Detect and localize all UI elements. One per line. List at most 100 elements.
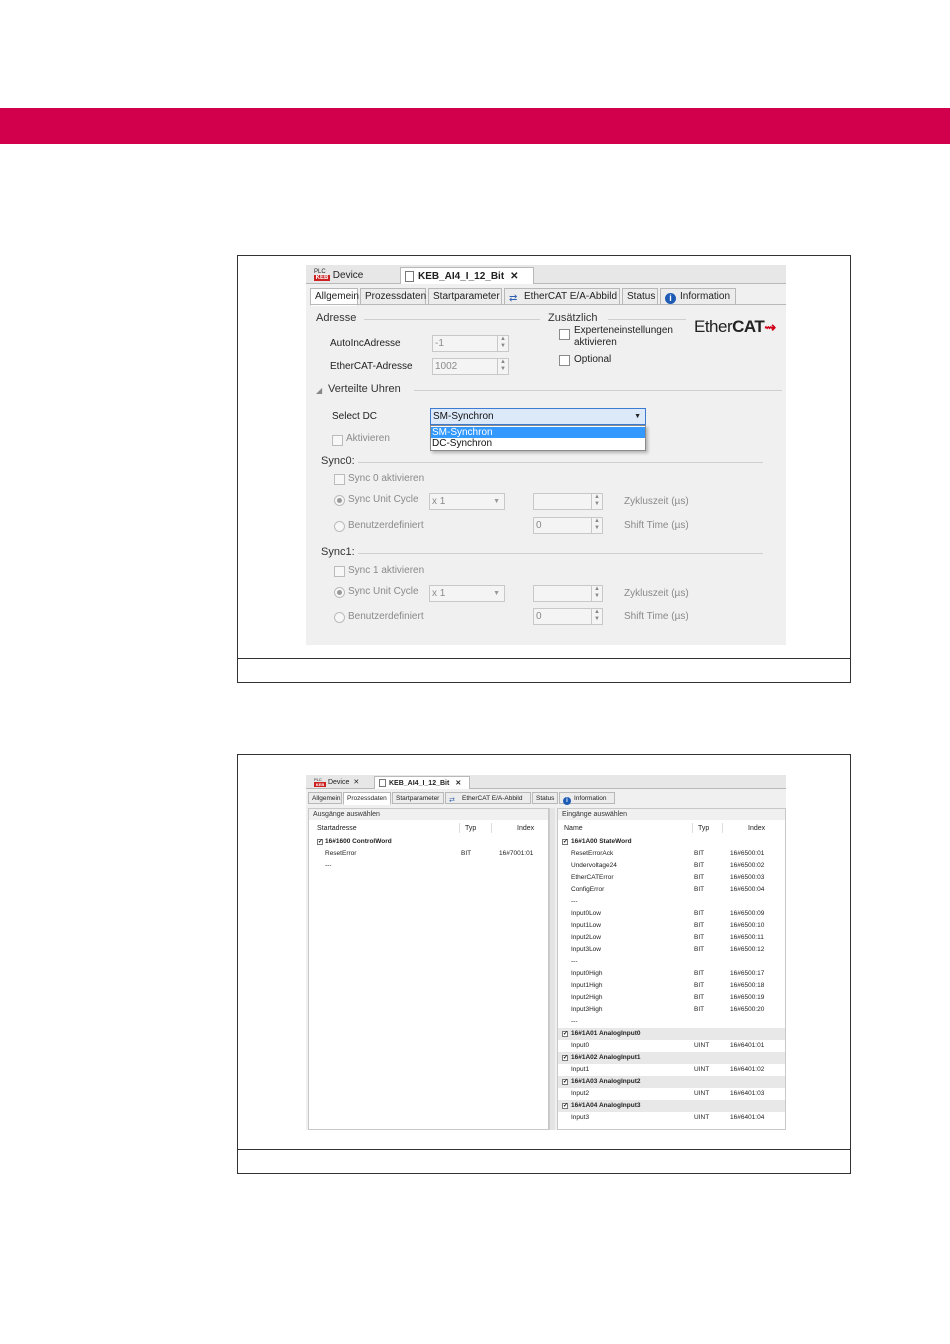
tab-startparameter[interactable]: Startparameter xyxy=(392,792,444,804)
tab-ethercat-io[interactable]: ⇄ EtherCAT E/A-Abbild xyxy=(504,288,620,305)
screenshot-processdata: PLC KEB Device ✕ KEB_AI4_I_12_Bit ✕ Allgeme… xyxy=(306,775,786,1130)
in-col-index[interactable]: Index xyxy=(748,825,765,832)
close-icon[interactable]: ✕ xyxy=(455,780,461,787)
sync1-cycle-time-field[interactable]: ▲ ▼ xyxy=(533,585,603,602)
spin-arrows-icon[interactable]: ▲ ▼ xyxy=(591,609,602,624)
dropdown-option-sm-synchron[interactable]: SM-Synchron xyxy=(431,427,645,438)
table-row[interactable]: --- xyxy=(309,860,548,872)
tab-prozessdaten[interactable]: Prozessdaten xyxy=(343,792,391,805)
table-row[interactable]: Input1High BIT 16#6500:18 xyxy=(558,980,785,992)
sync0-unit-cycle-radio[interactable] xyxy=(334,495,345,506)
table-row[interactable]: Input1 UINT 16#6401:02 xyxy=(558,1064,785,1076)
table-row[interactable]: Input0 UINT 16#6401:01 xyxy=(558,1040,785,1052)
close-icon[interactable]: ✕ xyxy=(353,779,359,786)
tab-allgemein[interactable]: Allgemein xyxy=(308,792,342,804)
close-icon[interactable]: ✕ xyxy=(510,271,518,282)
table-row[interactable]: Input1Low BIT 16#6500:10 xyxy=(558,920,785,932)
sync1-title: Sync1: xyxy=(321,546,355,558)
group-row[interactable]: ✓ 16#1A04 AnalogInput3 xyxy=(558,1100,785,1112)
out-col-index[interactable]: Index xyxy=(517,825,534,832)
spin-arrows-icon[interactable]: ▲ ▼ xyxy=(591,518,602,533)
table-row[interactable]: Input2 UINT 16#6401:03 xyxy=(558,1088,785,1100)
autoinc-field[interactable]: -1 ▲ ▼ xyxy=(432,335,509,352)
sync1-unit-cycle-radio[interactable] xyxy=(334,587,345,598)
sync1-shift-time-field[interactable]: 0 ▲ ▼ xyxy=(533,608,603,625)
tab-status[interactable]: Status xyxy=(532,792,558,804)
table-row[interactable]: Input0High BIT 16#6500:17 xyxy=(558,968,785,980)
table-row[interactable]: Input0Low BIT 16#6500:09 xyxy=(558,908,785,920)
group-checkbox[interactable]: ✓ xyxy=(562,1055,568,1061)
cell-name: Undervoltage24 xyxy=(571,862,617,869)
editor-tab-device[interactable]: PLC KEB Device xyxy=(310,267,398,284)
tab-status[interactable]: Status xyxy=(622,288,658,305)
editor-tab-active[interactable]: KEB_AI4_I_12_Bit ✕ xyxy=(400,267,534,284)
editor-tab-device[interactable]: PLC KEB Device ✕ xyxy=(310,776,372,789)
group-checkbox[interactable]: ✓ xyxy=(562,1079,568,1085)
spin-arrows-icon[interactable]: ▲ ▼ xyxy=(497,336,508,351)
cell-name: 16#1600 ControlWord xyxy=(325,838,392,845)
table-row[interactable]: --- xyxy=(558,896,785,908)
select-dc-dropdown[interactable]: SM-Synchron ▼ xyxy=(430,408,646,425)
tab-startparameter[interactable]: Startparameter xyxy=(428,288,502,305)
out-col-startaddress[interactable]: Startadresse xyxy=(317,825,357,832)
table-row[interactable]: Input2Low BIT 16#6500:11 xyxy=(558,932,785,944)
table-row[interactable]: Undervoltage24 BIT 16#6500:02 xyxy=(558,860,785,872)
group-checkbox[interactable]: ✓ xyxy=(562,839,568,845)
in-col-name[interactable]: Name xyxy=(564,825,583,832)
tab-information[interactable]: i Information xyxy=(660,288,736,305)
table-row[interactable]: --- xyxy=(558,1016,785,1028)
in-col-type[interactable]: Typ xyxy=(698,825,709,832)
tab-ethercat-io[interactable]: ⇄ EtherCAT E/A-Abbild xyxy=(445,792,531,804)
group-row[interactable]: ✓ 16#1A03 AnalogInput2 xyxy=(558,1076,785,1088)
spin-arrows-icon[interactable]: ▲ ▼ xyxy=(497,359,508,374)
tab-information[interactable]: i Information xyxy=(559,792,615,805)
out-col-type[interactable]: Typ xyxy=(465,825,476,832)
group-row[interactable]: ✓ 16#1600 ControlWord xyxy=(309,836,548,848)
sync1-unit-cycle-select[interactable]: x 1 ▼ xyxy=(429,585,505,602)
chevron-down-icon: ▼ xyxy=(493,498,500,505)
figure-caption-row xyxy=(238,1149,850,1173)
spin-arrows-icon[interactable]: ▲ ▼ xyxy=(591,586,602,601)
table-row[interactable]: ResetError BIT 16#7001:01 xyxy=(309,848,548,860)
expert-settings-checkbox[interactable] xyxy=(559,329,570,340)
table-row[interactable]: Input3Low BIT 16#6500:12 xyxy=(558,944,785,956)
table-row[interactable]: Input3High BIT 16#6500:20 xyxy=(558,1004,785,1016)
group-checkbox[interactable]: ✓ xyxy=(562,1031,568,1037)
dropdown-option-dc-synchron[interactable]: DC-Synchron xyxy=(431,438,645,449)
table-row[interactable]: Input2High BIT 16#6500:19 xyxy=(558,992,785,1004)
sync1-shift-time-label: Shift Time (µs) xyxy=(624,611,689,622)
spin-arrows-icon[interactable]: ▲ ▼ xyxy=(591,494,602,509)
outputs-scrollbar[interactable] xyxy=(549,808,555,1130)
header-band xyxy=(0,108,950,144)
table-row[interactable]: Input3 UINT 16#6401:04 xyxy=(558,1112,785,1124)
editor-tab-device-label: Device xyxy=(327,779,350,786)
sync0-user-defined-radio[interactable] xyxy=(334,521,345,532)
cell-index: 16#6500:18 xyxy=(730,982,765,989)
table-row[interactable]: ConfigError BIT 16#6500:04 xyxy=(558,884,785,896)
collapse-triangle-icon[interactable]: ◢ xyxy=(316,386,322,395)
table-row[interactable]: EtherCATError BIT 16#6500:03 xyxy=(558,872,785,884)
cell-name: --- xyxy=(571,898,578,905)
sync0-shift-time-field[interactable]: 0 ▲ ▼ xyxy=(533,517,603,534)
sync0-cycle-time-field[interactable]: ▲ ▼ xyxy=(533,493,603,510)
activate-dc-checkbox[interactable] xyxy=(332,435,343,446)
cell-index: 16#6500:12 xyxy=(730,946,765,953)
group-row[interactable]: ✓ 16#1A00 StateWord xyxy=(558,836,785,848)
group-row[interactable]: ✓ 16#1A02 AnalogInput1 xyxy=(558,1052,785,1064)
ethercat-address-field[interactable]: 1002 ▲ ▼ xyxy=(432,358,509,375)
sync1-user-defined-radio[interactable] xyxy=(334,612,345,623)
table-row[interactable]: --- xyxy=(558,956,785,968)
sync0-unit-cycle-select[interactable]: x 1 ▼ xyxy=(429,493,505,510)
table-row[interactable]: ResetErrorAck BIT 16#6500:01 xyxy=(558,848,785,860)
cell-name: ResetError xyxy=(325,850,357,857)
extra-section-title: Zusätzlich xyxy=(548,312,598,324)
group-checkbox[interactable]: ✓ xyxy=(317,839,323,845)
sync1-activate-checkbox[interactable] xyxy=(334,566,345,577)
group-row[interactable]: ✓ 16#1A01 AnalogInput0 xyxy=(558,1028,785,1040)
editor-tab-active[interactable]: KEB_AI4_I_12_Bit ✕ xyxy=(374,776,470,789)
sync0-activate-checkbox[interactable] xyxy=(334,474,345,485)
optional-checkbox[interactable] xyxy=(559,355,570,366)
cell-name: Input0 xyxy=(571,1042,590,1049)
tab-prozessdaten[interactable]: Prozessdaten xyxy=(360,288,426,305)
group-checkbox[interactable]: ✓ xyxy=(562,1103,568,1109)
